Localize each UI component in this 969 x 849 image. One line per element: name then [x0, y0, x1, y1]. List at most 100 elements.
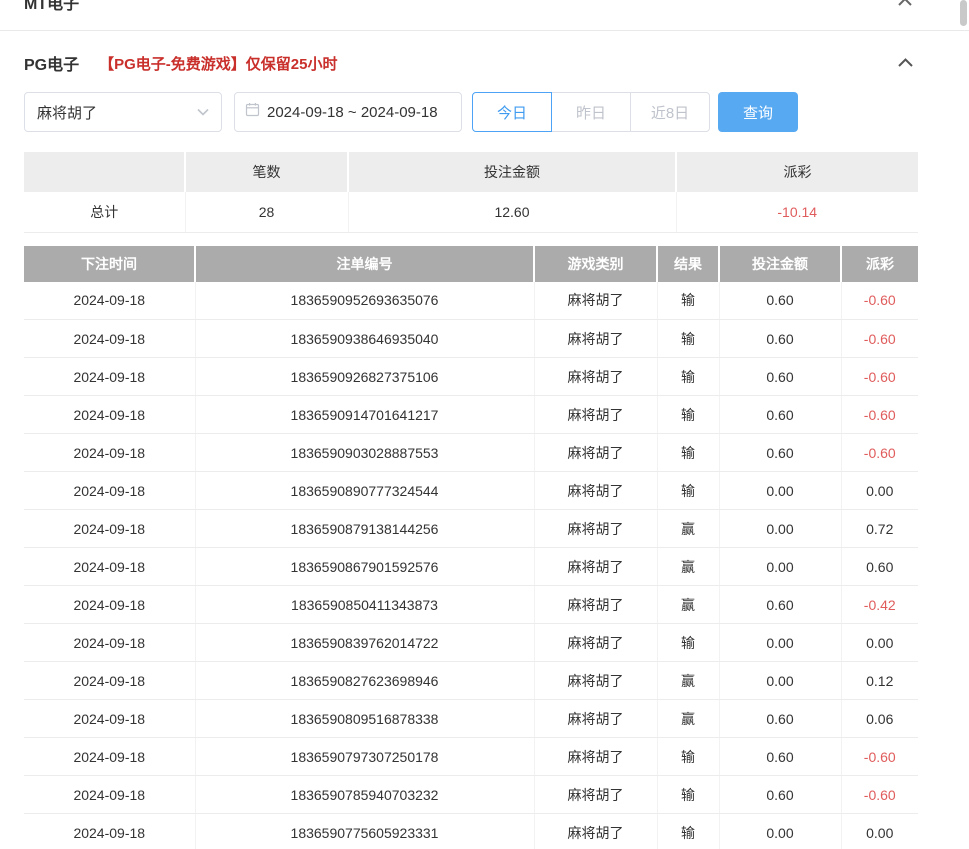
order-id-cell: 1836590809516878338	[195, 700, 534, 738]
bet-amount-cell: 0.60	[719, 434, 841, 472]
payout-cell: -0.60	[841, 320, 918, 358]
range-button-today[interactable]: 今日	[472, 92, 552, 132]
bet-time-cell: 2024-09-18	[24, 586, 195, 624]
table-row: 2024-09-181836590890777324544麻将胡了输0.000.…	[24, 472, 918, 510]
bet-time-cell: 2024-09-18	[24, 624, 195, 662]
payout-cell: 0.72	[841, 510, 918, 548]
game-type-cell: 麻将胡了	[534, 282, 657, 320]
bet-time-cell: 2024-09-18	[24, 548, 195, 586]
summary-bet-total: 12.60	[348, 192, 676, 232]
records-header-game-type: 游戏类别	[534, 246, 657, 282]
bet-amount-cell: 0.00	[719, 624, 841, 662]
previous-section-header[interactable]: MT电子	[0, 0, 969, 31]
game-type-cell: 麻将胡了	[534, 586, 657, 624]
bet-amount-cell: 0.00	[719, 472, 841, 510]
payout-cell: -0.42	[841, 586, 918, 624]
bet-amount-cell: 0.60	[719, 738, 841, 776]
order-id-cell: 1836590850411343873	[195, 586, 534, 624]
bet-time-cell: 2024-09-18	[24, 434, 195, 472]
bet-time-cell: 2024-09-18	[24, 662, 195, 700]
result-cell: 赢	[657, 548, 719, 586]
scrollbar-thumb[interactable]	[960, 0, 967, 26]
payout-cell: 0.00	[841, 472, 918, 510]
result-cell: 赢	[657, 662, 719, 700]
order-id-cell: 1836590775605923331	[195, 814, 534, 849]
order-id-cell: 1836590867901592576	[195, 548, 534, 586]
game-type-cell: 麻将胡了	[534, 320, 657, 358]
summary-header-blank	[24, 152, 185, 192]
order-id-cell: 1836590914701641217	[195, 396, 534, 434]
result-cell: 输	[657, 282, 719, 320]
order-id-cell: 1836590839762014722	[195, 624, 534, 662]
result-cell: 输	[657, 320, 719, 358]
bet-time-cell: 2024-09-18	[24, 776, 195, 814]
bet-time-cell: 2024-09-18	[24, 396, 195, 434]
summary-total-label: 总计	[24, 192, 185, 232]
game-select-value: 麻将胡了	[37, 102, 197, 123]
result-cell: 输	[657, 624, 719, 662]
order-id-cell: 1836590890777324544	[195, 472, 534, 510]
range-button-yesterday[interactable]: 昨日	[551, 92, 631, 132]
game-type-cell: 麻将胡了	[534, 738, 657, 776]
result-cell: 赢	[657, 700, 719, 738]
game-type-cell: 麻将胡了	[534, 624, 657, 662]
records-header-bet-amount: 投注金额	[719, 246, 841, 282]
table-row: 2024-09-181836590938646935040麻将胡了输0.60-0…	[24, 320, 918, 358]
chevron-down-icon	[197, 103, 209, 121]
order-id-cell: 1836590952693635076	[195, 282, 534, 320]
bet-amount-cell: 0.60	[719, 358, 841, 396]
game-type-cell: 麻将胡了	[534, 814, 657, 849]
order-id-cell: 1836590879138144256	[195, 510, 534, 548]
payout-cell: 0.60	[841, 548, 918, 586]
bet-time-cell: 2024-09-18	[24, 738, 195, 776]
records-header-order-id: 注单编号	[195, 246, 534, 282]
records-header-result: 结果	[657, 246, 719, 282]
payout-cell: 0.12	[841, 662, 918, 700]
game-type-cell: 麻将胡了	[534, 548, 657, 586]
bet-time-cell: 2024-09-18	[24, 282, 195, 320]
collapse-button[interactable]	[893, 52, 918, 75]
game-type-cell: 麻将胡了	[534, 700, 657, 738]
result-cell: 输	[657, 776, 719, 814]
game-select[interactable]: 麻将胡了	[24, 92, 222, 132]
game-type-cell: 麻将胡了	[534, 434, 657, 472]
section-title: PG电子	[24, 51, 79, 75]
payout-cell: -0.60	[841, 776, 918, 814]
result-cell: 输	[657, 814, 719, 849]
payout-cell: 0.00	[841, 814, 918, 849]
bet-time-cell: 2024-09-18	[24, 320, 195, 358]
payout-cell: -0.60	[841, 282, 918, 320]
payout-cell: -0.60	[841, 396, 918, 434]
bet-time-cell: 2024-09-18	[24, 358, 195, 396]
order-id-cell: 1836590903028887553	[195, 434, 534, 472]
chevron-up-icon[interactable]	[897, 0, 913, 12]
bet-amount-cell: 0.60	[719, 700, 841, 738]
result-cell: 输	[657, 472, 719, 510]
bet-amount-cell: 0.60	[719, 776, 841, 814]
filter-toolbar: 麻将胡了 2024-09-18 ~ 2024-09-18 今日 昨日 近8日 查…	[24, 92, 918, 132]
summary-count: 28	[185, 192, 348, 232]
payout-cell: 0.00	[841, 624, 918, 662]
summary-header-payout: 派彩	[676, 152, 918, 192]
table-row: 2024-09-181836590809516878338麻将胡了赢0.600.…	[24, 700, 918, 738]
result-cell: 输	[657, 738, 719, 776]
date-range-input[interactable]: 2024-09-18 ~ 2024-09-18	[234, 92, 462, 132]
betting-records-page: MT电子 PG电子 【PG电子-免费游戏】仅保留25小时 麻将胡了 2024-0…	[0, 0, 969, 849]
summary-payout-total: -10.14	[676, 192, 918, 232]
table-row: 2024-09-181836590914701641217麻将胡了输0.60-0…	[24, 396, 918, 434]
date-range-value: 2024-09-18 ~ 2024-09-18	[267, 104, 438, 121]
payout-cell: -0.60	[841, 738, 918, 776]
range-button-last8days[interactable]: 近8日	[630, 92, 710, 132]
order-id-cell: 1836590785940703232	[195, 776, 534, 814]
table-row: 2024-09-181836590850411343873麻将胡了赢0.60-0…	[24, 586, 918, 624]
search-button[interactable]: 查询	[718, 92, 798, 132]
summary-header-count: 笔数	[185, 152, 348, 192]
game-type-cell: 麻将胡了	[534, 396, 657, 434]
game-type-cell: 麻将胡了	[534, 510, 657, 548]
table-row: 2024-09-181836590952693635076麻将胡了输0.60-0…	[24, 282, 918, 320]
records-header-payout: 派彩	[841, 246, 918, 282]
bet-amount-cell: 0.00	[719, 510, 841, 548]
order-id-cell: 1836590938646935040	[195, 320, 534, 358]
result-cell: 输	[657, 358, 719, 396]
section-notice: 【PG电子-免费游戏】仅保留25小时	[99, 53, 337, 74]
